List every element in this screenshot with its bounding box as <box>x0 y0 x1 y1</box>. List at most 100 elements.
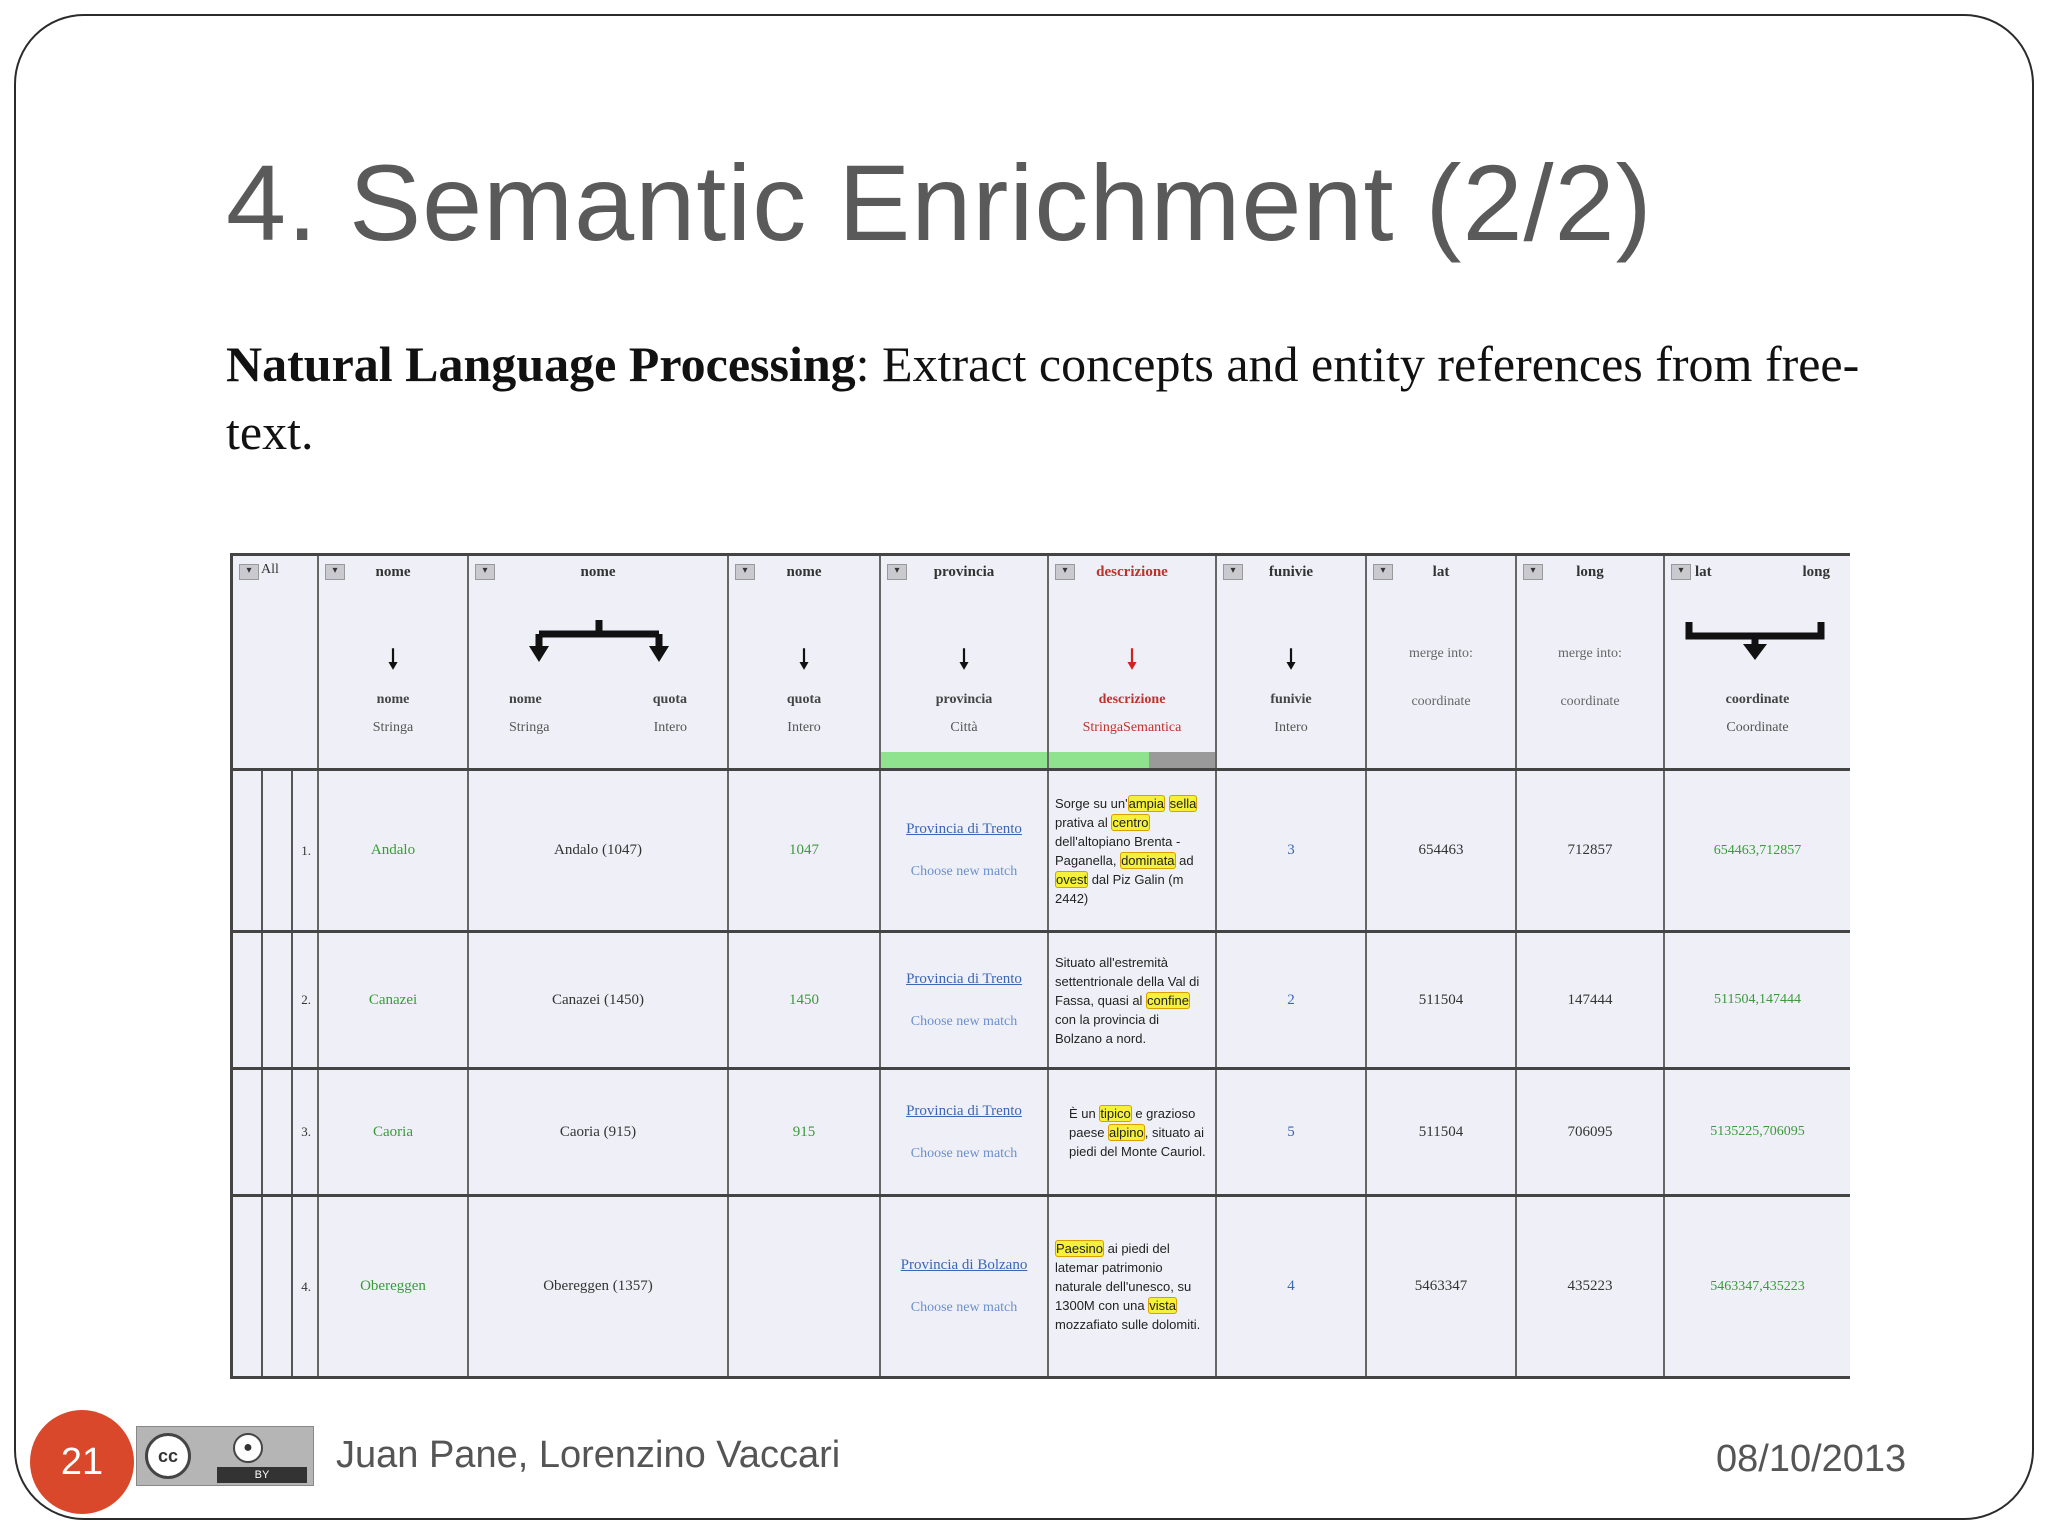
desc-highlight[interactable]: ovest <box>1055 870 1089 888</box>
cell-lat: 511504 <box>1367 933 1517 1067</box>
row-number: 1. <box>301 842 311 858</box>
cell-nome: Obereggen <box>319 1197 469 1376</box>
new-name: quota <box>786 692 822 707</box>
cell-coordinate: 5135225,706095 <box>1710 1124 1805 1139</box>
header-name: nome <box>786 564 822 580</box>
header-name: nome <box>375 564 411 580</box>
row-flag-icon[interactable] <box>263 771 293 930</box>
desc-highlight[interactable]: vista <box>1148 1297 1177 1314</box>
header-col-5[interactable]: ▾ descrizione 🠗 descrizione StringaSeman… <box>1049 556 1217 768</box>
cell-long: 147444 <box>1517 933 1665 1067</box>
header-col-9[interactable]: ▾ lat long coordinate Coordinate <box>1665 556 1850 768</box>
desc-highlight[interactable]: confine <box>1146 991 1190 1009</box>
header-col-1[interactable]: ▾ nome 🠗 nome Stringa <box>319 556 469 768</box>
row-star-icon[interactable] <box>233 1070 263 1194</box>
provincia-link[interactable]: Provincia di Trento <box>906 1103 1022 1120</box>
header-col-7[interactable]: ▾ lat merge into: coordinate <box>1367 556 1517 768</box>
cell-descrizione: È un tipico e grazioso paese alpino, sit… <box>1049 1070 1217 1194</box>
table-row: 3. Caoria Caoria (915) 915 Provincia di … <box>230 1070 1850 1197</box>
header-col-2[interactable]: ▾ nome nome quota Stringa Intero <box>469 556 729 768</box>
table-header-row: ▾ All ▾ nome 🠗 nome Stringa ▾ nome nome … <box>230 553 1850 771</box>
cell-quota: 915 <box>729 1070 881 1194</box>
split-right-name: quota <box>652 692 687 707</box>
cell-long: 706095 <box>1517 1070 1665 1194</box>
header-all[interactable]: ▾ All <box>230 556 319 768</box>
cell-descrizione: Paesino ai piedi del latemar patrimonio … <box>1049 1197 1217 1376</box>
progress-bar-rest <box>1148 752 1215 768</box>
choose-new-match-link[interactable]: Choose new match <box>911 864 1018 880</box>
header-name: nome <box>580 564 616 580</box>
provincia-link[interactable]: Provincia di Bolzano <box>901 1257 1028 1274</box>
desc-highlight[interactable]: sella <box>1168 794 1198 812</box>
cell-coordinate: 5463347,435223 <box>1710 1278 1805 1294</box>
desc-highlight[interactable]: Paesino <box>1055 1240 1104 1257</box>
type-label: Intero <box>787 720 821 735</box>
row-flag-icon[interactable] <box>263 933 293 1067</box>
arrow-down-icon: 🠗 <box>386 644 400 675</box>
cell-nome-quota: Obereggen (1357) <box>469 1197 729 1376</box>
cell-descrizione: Sorge su un'ampia sella prativa al centr… <box>1049 771 1217 930</box>
choose-new-match-link[interactable]: Choose new match <box>911 1014 1018 1030</box>
choose-new-match-link[interactable]: Choose new match <box>911 1300 1018 1316</box>
arrow-down-icon: 🠗 <box>797 644 811 675</box>
header-name: lat <box>1432 564 1450 580</box>
row-control-columns <box>233 1197 293 1376</box>
cell-funivie: 4 <box>1217 1197 1367 1376</box>
row-star-icon[interactable] <box>233 1197 263 1376</box>
new-name: funivie <box>1270 692 1312 707</box>
cell-provincia: Provincia di Trento Choose new match <box>881 1070 1049 1194</box>
page-number: 21 <box>60 1440 104 1483</box>
split-arrow-icon <box>529 620 669 662</box>
choose-new-match-link[interactable]: Choose new match <box>911 1146 1018 1162</box>
cell-provincia: Provincia di Trento Choose new match <box>881 771 1049 930</box>
new-name: coordinate <box>1725 692 1790 707</box>
row-star-icon[interactable] <box>233 933 263 1067</box>
provincia-link[interactable]: Provincia di Trento <box>906 821 1022 838</box>
cell-nome-quota: Canazei (1450) <box>469 933 729 1067</box>
row-control-columns <box>233 933 293 1067</box>
header-col-6[interactable]: ▾ funivie 🠗 funivie Intero <box>1217 556 1367 768</box>
row-controls[interactable]: 3. <box>230 1070 319 1194</box>
row-controls[interactable]: 4. <box>230 1197 319 1376</box>
dropdown-icon[interactable]: ▾ <box>239 564 259 580</box>
desc-highlight[interactable]: centro <box>1111 813 1150 831</box>
desc-highlight[interactable]: ampia <box>1127 794 1166 812</box>
header-name: funivie <box>1268 564 1314 580</box>
desc-highlight[interactable]: dominata <box>1120 851 1176 869</box>
row-flag-icon[interactable] <box>263 1197 293 1376</box>
row-controls[interactable]: 1. <box>230 771 319 930</box>
cell-funivie: 5 <box>1217 1070 1367 1194</box>
description-text: Sorge su un'ampia sella prativa al centr… <box>1055 794 1209 908</box>
cell-quota: 1047 <box>729 771 881 930</box>
cell-lat: 511504 <box>1367 1070 1517 1194</box>
header-col-8[interactable]: ▾ long merge into: coordinate <box>1517 556 1665 768</box>
header-name-left: lat <box>1695 564 1712 580</box>
new-name: nome <box>376 692 410 707</box>
row-star-icon[interactable] <box>233 771 263 930</box>
merge-arrow-icon <box>1685 622 1825 660</box>
header-name: descrizione <box>1096 564 1168 580</box>
cell-nome: Caoria <box>319 1070 469 1194</box>
arrow-down-icon: 🠗 <box>957 644 971 675</box>
row-flag-icon[interactable] <box>263 1070 293 1194</box>
cell-coordinate: 511504,147444 <box>1714 992 1801 1007</box>
header-name-right: long <box>1802 564 1830 580</box>
header-col-3[interactable]: ▾ nome 🠗 quota Intero <box>729 556 881 768</box>
all-label: All <box>261 562 279 577</box>
type-label: Stringa <box>372 720 414 735</box>
cell-nome-quota: Caoria (915) <box>469 1070 729 1194</box>
description-text: Situato all'estremità settentrionale del… <box>1055 953 1209 1048</box>
cell-provincia: Provincia di Trento Choose new match <box>881 933 1049 1067</box>
desc-part: su un' <box>1089 795 1128 811</box>
header-col-4[interactable]: ▾ provincia 🠗 provincia Città <box>881 556 1049 768</box>
dropdown-icon[interactable]: ▾ <box>1671 564 1691 580</box>
new-name: descrizione <box>1098 692 1166 707</box>
cell-coordinate: 654463,712857 <box>1713 842 1802 858</box>
desc-highlight[interactable]: tipico <box>1099 1104 1132 1122</box>
row-controls[interactable]: 2. <box>230 933 319 1067</box>
desc-highlight[interactable]: alpino <box>1108 1123 1145 1141</box>
row-number: 3. <box>301 1124 311 1139</box>
cell-funivie: 3 <box>1217 771 1367 930</box>
provincia-link[interactable]: Provincia di Trento <box>906 971 1022 988</box>
row-control-columns <box>233 1070 293 1194</box>
